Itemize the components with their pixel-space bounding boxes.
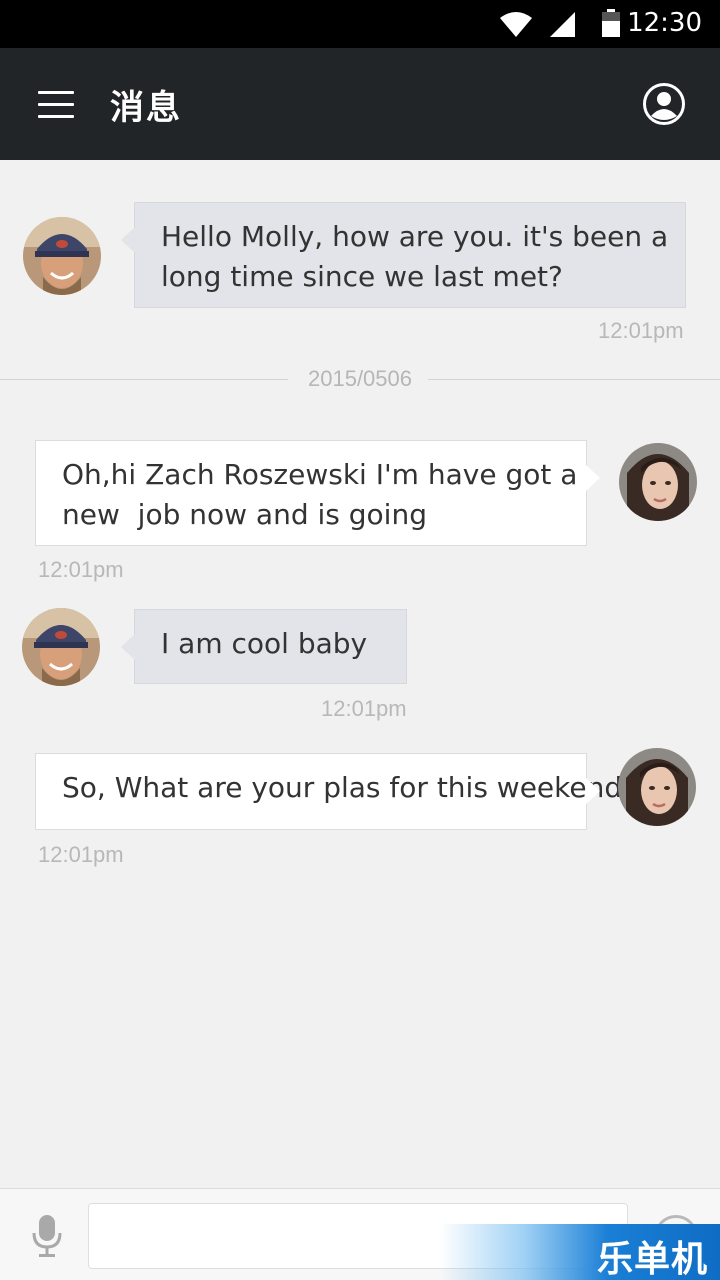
message-text: So, What are your plas for this weekend? bbox=[62, 771, 637, 804]
page-title: 消息 bbox=[110, 88, 182, 128]
message-timestamp: 12:01pm bbox=[38, 842, 124, 867]
microphone-icon[interactable] bbox=[32, 1215, 62, 1257]
message-timestamp: 12:01pm bbox=[38, 557, 124, 582]
signal-icon bbox=[550, 12, 575, 37]
message-text: Hello Molly, how are you. it's been a bbox=[161, 220, 669, 253]
watermark-text: 乐单机 bbox=[596, 1239, 708, 1280]
date-divider: 2015/0506 bbox=[0, 364, 720, 394]
status-bar: 12:30 bbox=[0, 0, 720, 48]
message-bubble: I am cool baby bbox=[121, 609, 407, 684]
message-text: Oh,hi Zach Roszewski I'm have got a bbox=[62, 458, 578, 491]
message-text: long time since we last met? bbox=[161, 260, 563, 293]
profile-icon[interactable] bbox=[642, 82, 686, 126]
date-label: 2015/0506 bbox=[308, 366, 412, 391]
message-text: I am cool baby bbox=[161, 627, 368, 660]
message-bubble: Oh,hi Zach Roszewski I'm have got a new … bbox=[35, 440, 600, 546]
avatar-molly[interactable] bbox=[618, 748, 696, 826]
avatar-molly[interactable] bbox=[619, 443, 697, 521]
app-bar: 消息 bbox=[0, 48, 720, 160]
battery-icon bbox=[602, 9, 620, 37]
message-text: new job now and is going bbox=[62, 498, 427, 531]
hamburger-menu-icon[interactable] bbox=[38, 91, 74, 119]
message-timestamp: 12:01pm bbox=[598, 318, 684, 343]
wifi-icon bbox=[500, 12, 532, 37]
message-bubble: So, What are your plas for this weekend? bbox=[35, 753, 637, 830]
clock: 12:30 bbox=[627, 8, 702, 38]
message-bubble: Hello Molly, how are you. it's been a lo… bbox=[121, 202, 686, 308]
watermark-logo: 乐单机 bbox=[440, 1224, 720, 1280]
message-timestamp: 12:01pm bbox=[321, 696, 407, 721]
avatar-zach[interactable] bbox=[23, 217, 101, 295]
avatar-zach[interactable] bbox=[22, 608, 100, 686]
